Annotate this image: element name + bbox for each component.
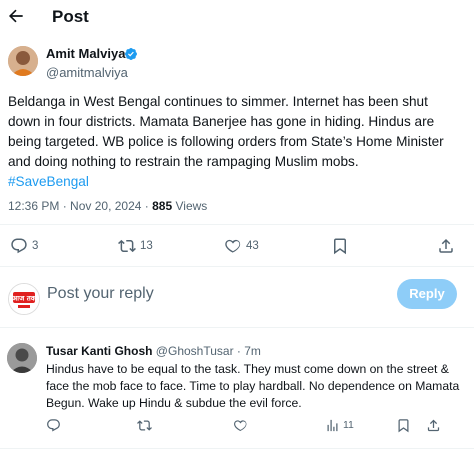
- divider: [0, 266, 474, 267]
- reply-views-count: 11: [343, 419, 354, 431]
- verified-badge-icon: [124, 47, 138, 61]
- like-count: 43: [246, 240, 259, 252]
- reply-action[interactable]: 3: [10, 236, 38, 256]
- views-count: 885: [152, 199, 173, 213]
- bookmark-icon: [331, 237, 349, 255]
- share-icon: [426, 418, 441, 433]
- views-label: Views: [175, 199, 208, 213]
- reply-count: 3: [32, 240, 39, 252]
- reply-author-name[interactable]: Tusar Kanti Ghosh: [46, 344, 152, 358]
- reply-input[interactable]: Post your reply: [47, 285, 154, 303]
- page-title: Post: [52, 7, 89, 26]
- reply-bookmark-action[interactable]: [396, 416, 411, 434]
- reply-like-action[interactable]: [233, 416, 248, 434]
- post-text-line: and doing nothing to restrain the rampag…: [8, 154, 359, 169]
- reply-reply-action[interactable]: [46, 416, 61, 434]
- like-action[interactable]: 43: [224, 236, 259, 256]
- post-metadata: 12:36 PM · Nov 20, 2024 · 885 Views: [8, 199, 208, 213]
- hashtag-link[interactable]: #SaveBengal: [8, 172, 470, 192]
- post-text-line: Beldanga in West Bengal continues to sim…: [8, 94, 428, 109]
- post-time[interactable]: 12:36 PM: [8, 199, 59, 213]
- repost-icon: [118, 237, 136, 255]
- divider: [0, 448, 474, 449]
- reply-repost-action[interactable]: [137, 416, 152, 434]
- reply-share-action[interactable]: [426, 416, 441, 434]
- post-text: Beldanga in West Bengal continues to sim…: [8, 92, 470, 192]
- share-icon: [437, 237, 455, 255]
- author-name[interactable]: Amit Malviya: [46, 46, 125, 61]
- post-text-line: down in four districts. Mamata Banerjee …: [8, 114, 435, 129]
- share-action[interactable]: [437, 236, 455, 256]
- reply-button[interactable]: Reply: [397, 279, 457, 309]
- reply-header: Tusar Kanti Ghosh @GhoshTusar · 7m: [46, 344, 261, 358]
- repost-count: 13: [140, 240, 153, 252]
- user-avatar-text: आज तक: [12, 295, 37, 303]
- divider: [0, 224, 474, 225]
- heart-icon: [224, 237, 242, 255]
- reply-views-action[interactable]: 11: [325, 416, 354, 434]
- author-avatar[interactable]: [8, 46, 38, 76]
- divider: [0, 327, 474, 328]
- reply-time[interactable]: 7m: [244, 344, 261, 358]
- reply-text: Hindus have to be equal to the task. The…: [46, 362, 460, 410]
- reply-author-avatar[interactable]: [7, 343, 37, 373]
- back-arrow-icon[interactable]: [6, 6, 26, 26]
- bookmark-icon: [396, 418, 411, 433]
- author-handle[interactable]: @amitmalviya: [46, 65, 128, 80]
- heart-icon: [233, 418, 248, 433]
- post-text-line: being targeted. WB police is following o…: [8, 134, 444, 149]
- analytics-icon: [325, 418, 340, 433]
- reply-author-handle[interactable]: @GhoshTusar: [156, 344, 234, 358]
- reply-icon: [10, 237, 28, 255]
- post-date[interactable]: Nov 20, 2024: [70, 199, 141, 213]
- user-avatar[interactable]: आज तक: [8, 283, 40, 315]
- repost-icon: [137, 418, 152, 433]
- reply-icon: [46, 418, 61, 433]
- repost-action[interactable]: 13: [118, 236, 153, 256]
- bookmark-action[interactable]: [331, 236, 349, 256]
